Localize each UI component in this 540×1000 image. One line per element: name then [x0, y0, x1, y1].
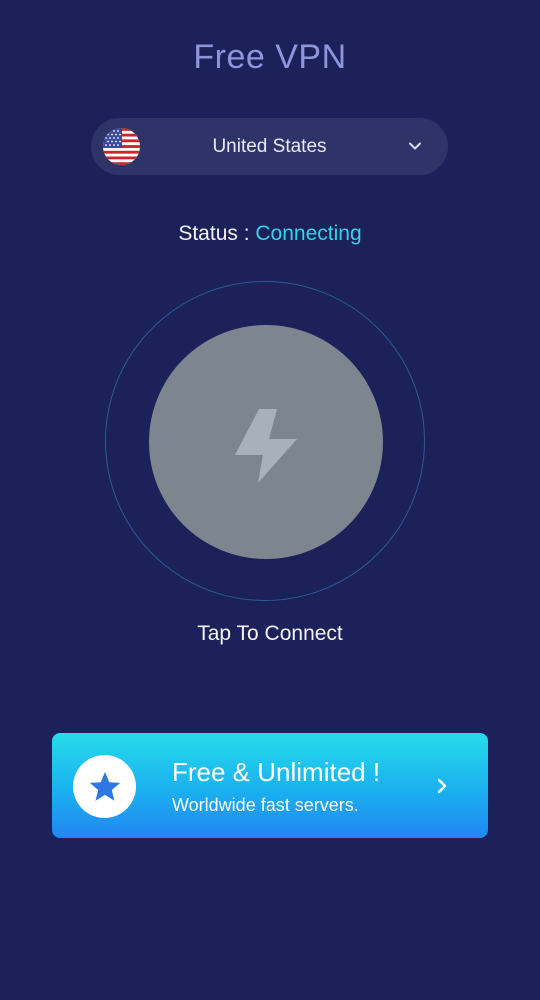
- chevron-down-icon: [408, 139, 422, 153]
- promo-title: Free & Unlimited !: [172, 757, 381, 787]
- promo-banner[interactable]: Free & Unlimited ! Worldwide fast server…: [52, 733, 488, 838]
- lightning-bolt-icon: [234, 407, 300, 485]
- country-selector[interactable]: United States: [91, 118, 448, 175]
- tap-to-connect-label: Tap To Connect: [197, 622, 343, 645]
- status-value: Connecting: [255, 222, 362, 245]
- app-title: Free VPN: [193, 38, 347, 76]
- connection-status: Status : Connecting: [0, 222, 540, 246]
- status-label: Status :: [178, 222, 256, 245]
- star-icon: [89, 772, 121, 801]
- chevron-right-icon: [436, 777, 448, 795]
- promo-subtitle: Worldwide fast servers.: [172, 795, 359, 815]
- promo-badge: [73, 755, 136, 818]
- connect-button[interactable]: [149, 325, 383, 559]
- selected-country-label: United States: [212, 136, 327, 157]
